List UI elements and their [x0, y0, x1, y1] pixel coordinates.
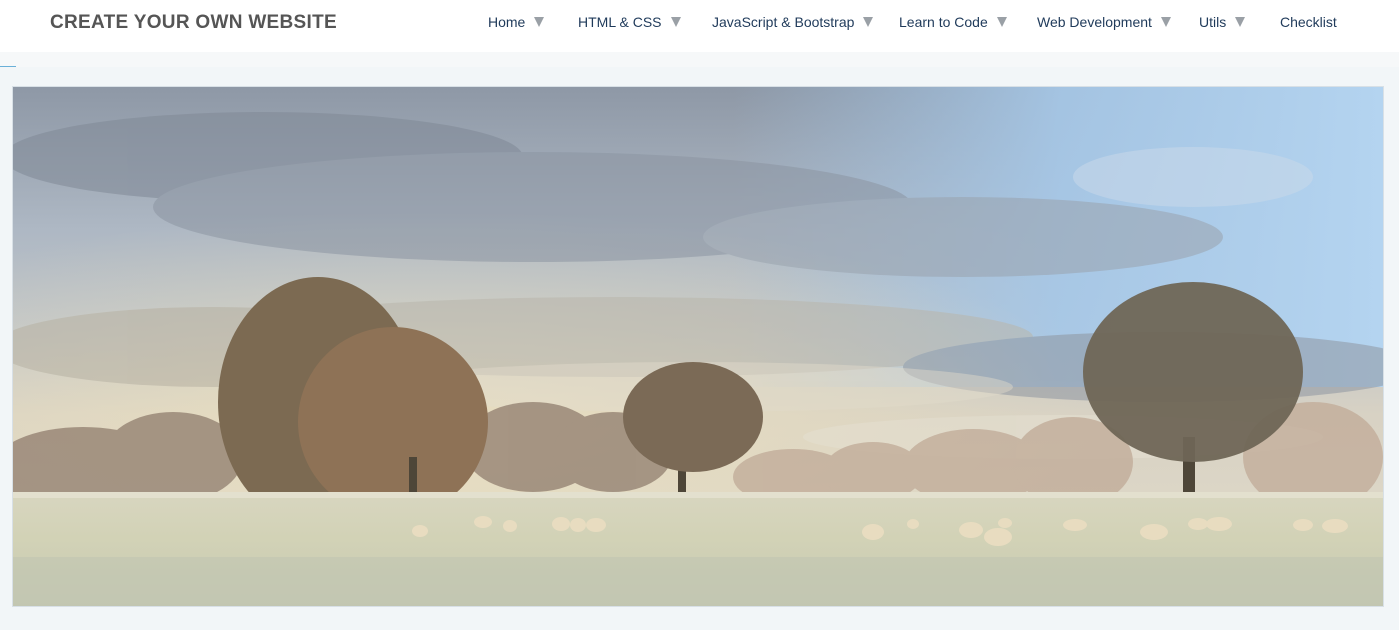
nav-item-label: HTML & CSS — [578, 14, 662, 30]
nav-item-learn-to-code[interactable]: Learn to Code — [899, 14, 1007, 30]
caret-down-icon — [1160, 17, 1171, 27]
nav-item-label: Utils — [1199, 14, 1227, 30]
landscape-photo — [13, 87, 1383, 606]
caret-down-icon — [863, 17, 874, 27]
nav-item-html-css[interactable]: HTML & CSS — [578, 14, 681, 30]
caret-down-icon — [534, 17, 545, 27]
nav-item-web-development[interactable]: Web Development — [1037, 14, 1171, 30]
nav-item-javascript-bootstrap[interactable]: JavaScript & Bootstrap — [712, 14, 874, 30]
nav-item-label: Checklist — [1280, 14, 1337, 30]
caret-down-icon — [670, 17, 681, 27]
main-menu: Home HTML & CSS JavaScript & Bootstrap L… — [0, 14, 1399, 34]
caret-down-icon — [996, 17, 1007, 27]
nav-item-checklist[interactable]: Checklist — [1280, 14, 1337, 30]
top-navbar: CREATE YOUR OWN WEBSITE Home HTML & CSS … — [0, 0, 1399, 52]
nav-item-label: Web Development — [1037, 14, 1152, 30]
nav-item-utils[interactable]: Utils — [1199, 14, 1246, 30]
nav-item-home[interactable]: Home — [488, 14, 545, 30]
hero-image — [12, 86, 1384, 607]
accent-divider — [0, 66, 16, 67]
nav-item-label: JavaScript & Bootstrap — [712, 14, 855, 30]
nav-item-label: Learn to Code — [899, 14, 988, 30]
caret-down-icon — [1235, 17, 1246, 27]
subheader-strip — [0, 52, 1399, 67]
nav-item-label: Home — [488, 14, 526, 30]
